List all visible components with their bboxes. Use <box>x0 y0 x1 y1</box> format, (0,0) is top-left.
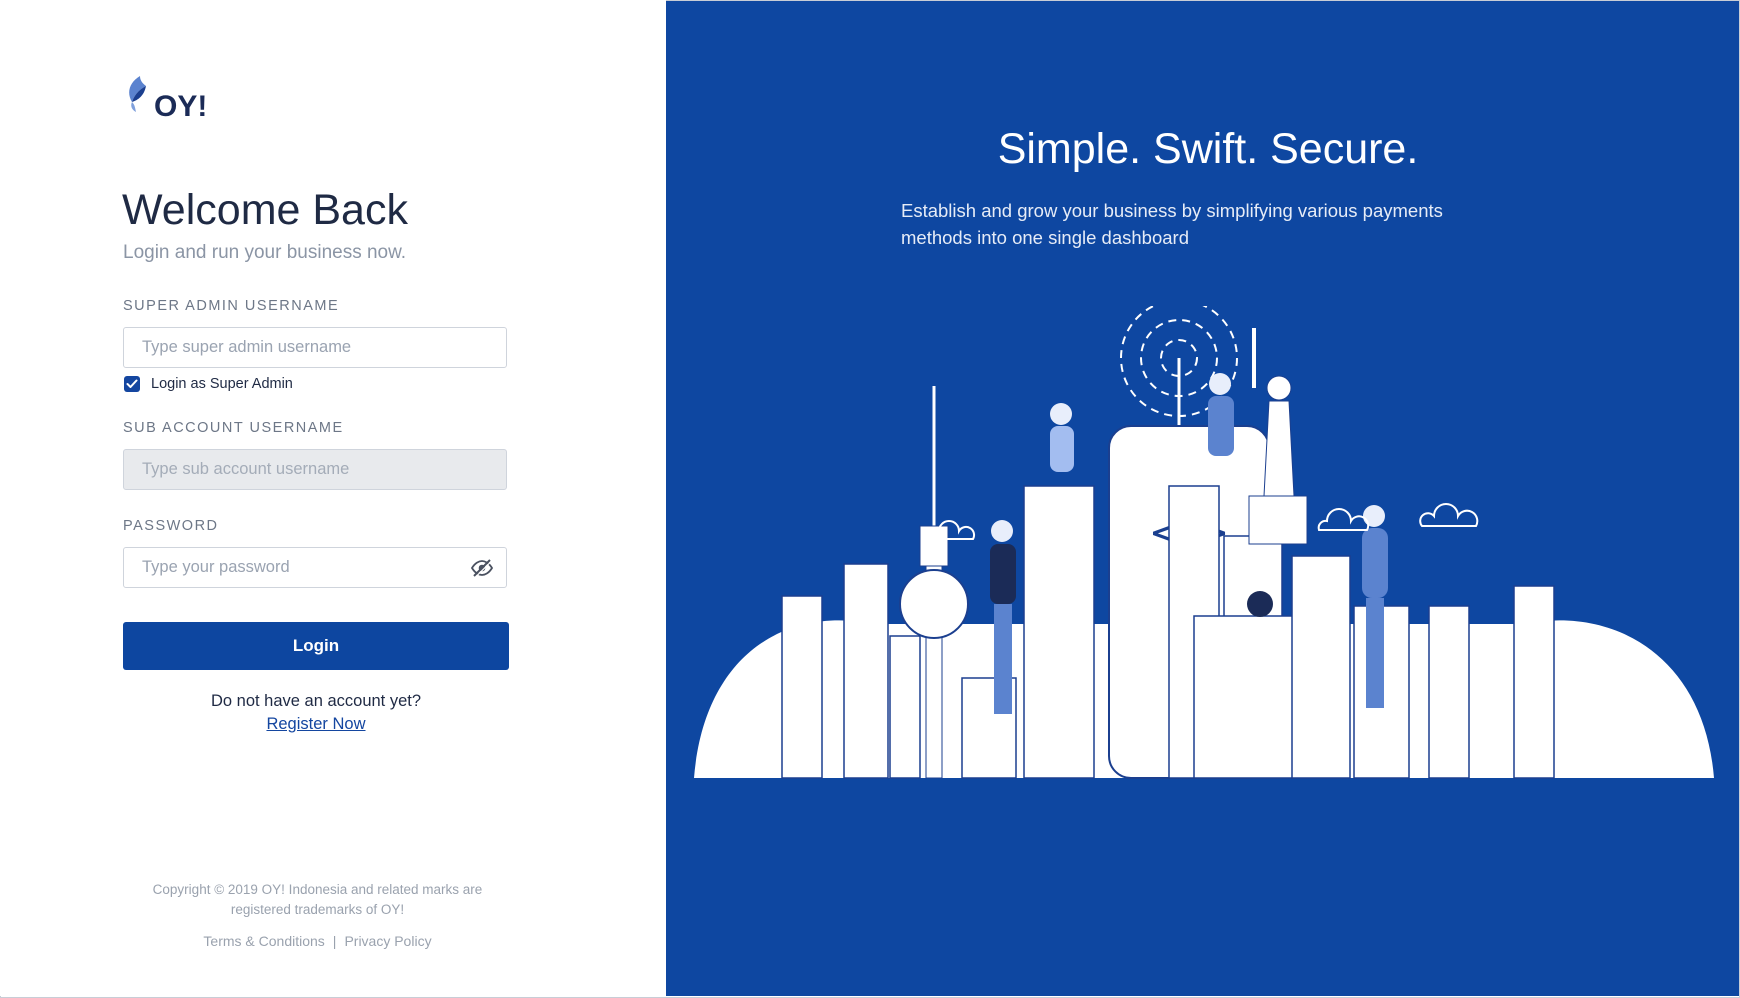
eye-slash-icon[interactable] <box>470 556 494 580</box>
piggy-bank-icon <box>899 569 969 639</box>
logo-text: OY! <box>154 90 208 123</box>
promo-description: Establish and grow your business by simp… <box>901 197 1521 251</box>
page-subtitle: Login and run your business now. <box>123 242 407 263</box>
password-input[interactable] <box>123 547 507 588</box>
promo-panel: Simple. Swift. Secure. Establish and gro… <box>666 1 1739 996</box>
terms-link[interactable]: Terms & Conditions <box>203 933 324 949</box>
checkmark-icon <box>126 379 138 388</box>
login-button[interactable]: Login <box>123 622 509 670</box>
footer-separator: | <box>332 933 337 949</box>
promo-description-line-1: Establish and grow your business by simp… <box>901 200 1443 221</box>
no-account-text: Do not have an account yet? <box>210 692 422 710</box>
copyright-text: Copyright © 2019 OY! Indonesia and relat… <box>120 880 515 920</box>
privacy-link[interactable]: Privacy Policy <box>344 933 431 949</box>
page-title: Welcome Back <box>122 186 408 234</box>
register-link[interactable]: Register Now <box>266 715 365 733</box>
footer-links: Terms & Conditions | Privacy Policy <box>120 933 515 949</box>
exchange-arrows-icon <box>1247 591 1273 617</box>
sub-account-username-input[interactable] <box>123 449 507 490</box>
password-label: PASSWORD <box>123 518 219 534</box>
promo-description-line-2: methods into one single dashboard <box>901 227 1189 248</box>
copyright-line-2: registered trademarks of OY! <box>230 902 405 917</box>
login-panel: OY! Welcome Back Login and run your busi… <box>0 0 666 996</box>
leaf-logo-icon <box>129 76 146 112</box>
promo-headline: Simple. Swift. Secure. <box>997 125 1419 173</box>
super-admin-checkbox[interactable] <box>124 376 140 392</box>
super-admin-checkbox-label[interactable]: Login as Super Admin <box>151 376 293 392</box>
oy-logo: OY! <box>124 74 234 126</box>
super-admin-checkbox-row[interactable]: Login as Super Admin <box>124 375 293 393</box>
super-admin-username-label: SUPER ADMIN USERNAME <box>123 298 340 314</box>
super-admin-username-input[interactable] <box>123 327 507 368</box>
city-skyline-illustration: </> <box>694 306 1714 779</box>
copyright-line-1: Copyright © 2019 OY! Indonesia and relat… <box>152 882 483 897</box>
register-row: Register Now <box>123 715 509 734</box>
sub-account-username-label: SUB ACCOUNT USERNAME <box>123 420 344 436</box>
